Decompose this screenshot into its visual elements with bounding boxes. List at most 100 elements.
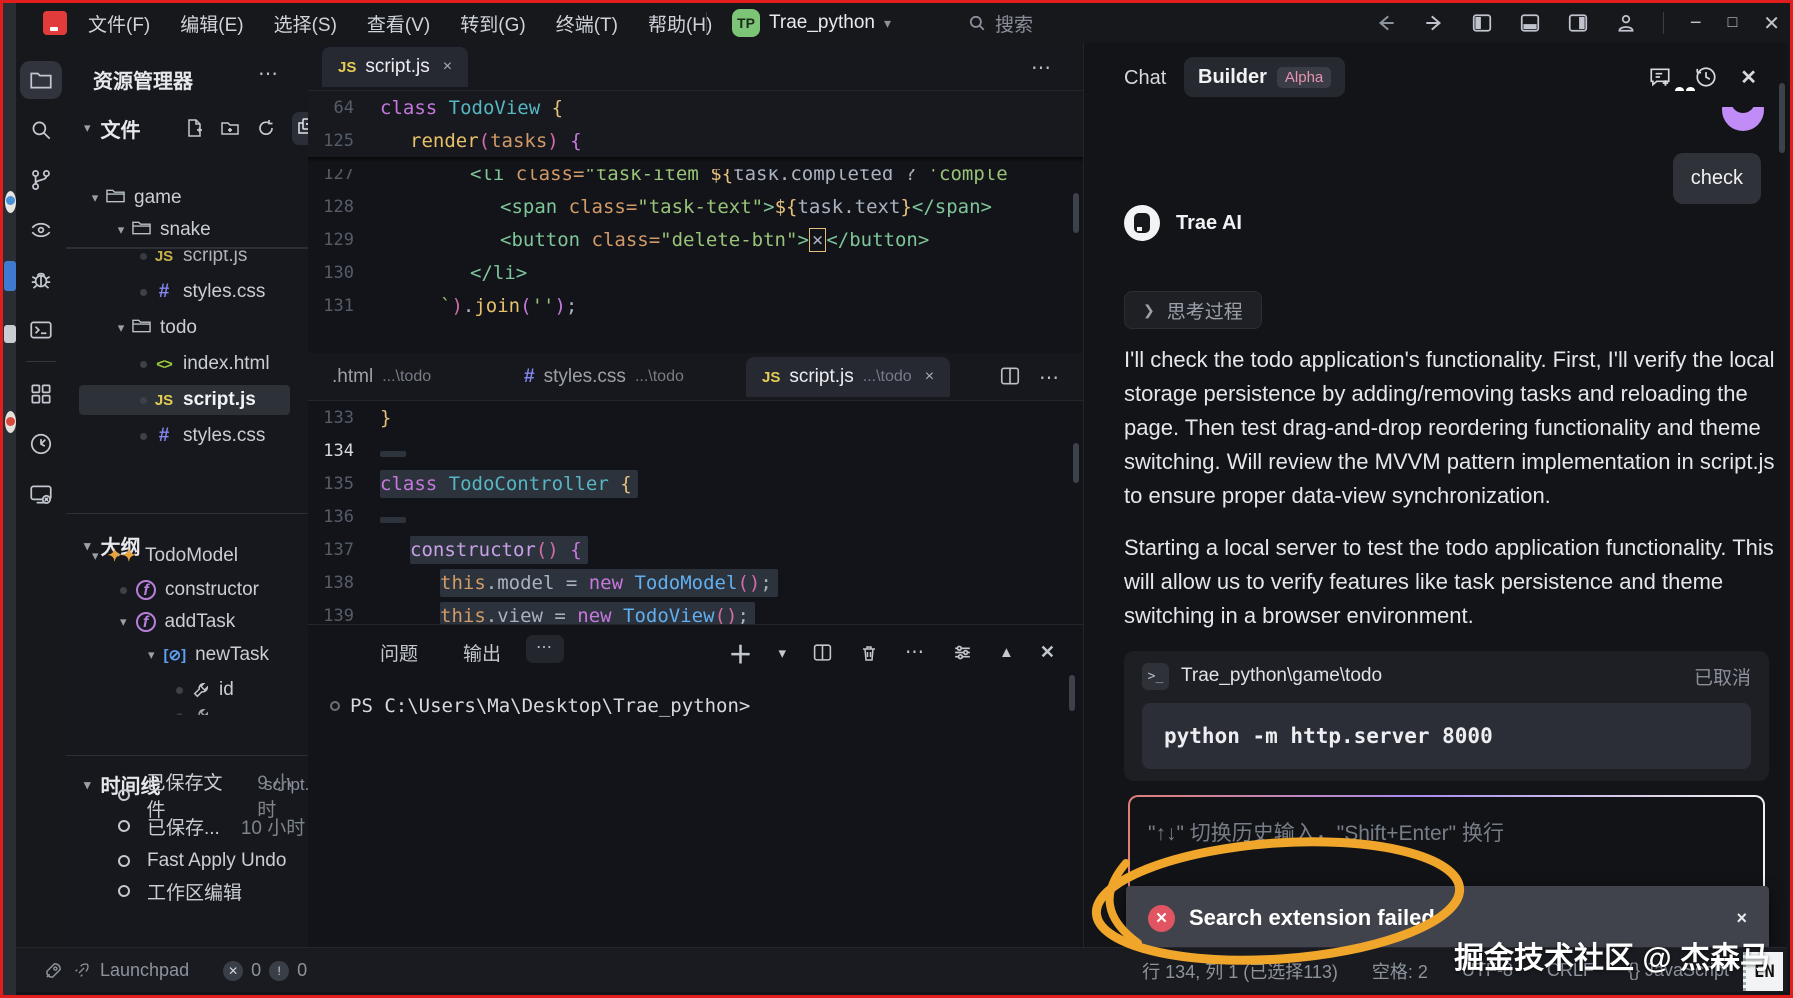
maximize-panel-icon[interactable]: ▲ — [999, 644, 1014, 661]
menu-T[interactable]: 终端(T) — [556, 10, 618, 37]
close-tab-icon[interactable]: × — [925, 368, 934, 386]
new-file-icon[interactable] — [184, 118, 204, 138]
menu-V[interactable]: 查看(V) — [367, 10, 430, 37]
command-code-block[interactable]: python -m http.server 8000 — [1142, 703, 1751, 769]
tree-item-styles.css[interactable]: #styles.css — [66, 277, 304, 307]
outline-item-addTask[interactable]: ▾faddTask — [120, 607, 235, 637]
activity-history-icon[interactable] — [20, 425, 62, 463]
minimize-button[interactable]: − — [1690, 12, 1702, 35]
tree-item-script.js[interactable]: JSscript.js — [66, 241, 304, 271]
terminal-content[interactable]: PS C:\Users\Ma\Desktop\Trae_python> — [330, 695, 750, 717]
editor-group2-scrollbar[interactable] — [1073, 443, 1079, 483]
code-line-64[interactable]: 64class TodoView { — [308, 91, 1083, 124]
activity-remote-icon[interactable] — [20, 475, 62, 513]
activity-search-icon[interactable] — [20, 111, 62, 149]
thinking-process-toggle[interactable]: ❯ 思考过程 — [1124, 291, 1262, 329]
close-window-button[interactable]: ✕ — [1763, 11, 1780, 36]
timeline-item[interactable]: Fast Apply Undo — [118, 846, 286, 876]
tree-item-todo[interactable]: ▾todo — [66, 313, 304, 343]
toast-close-icon[interactable]: × — [1736, 908, 1747, 929]
timeline-item[interactable]: 工作区编辑 — [118, 876, 242, 906]
code-line-128[interactable]: 128<span class="task-text">${task.text}<… — [308, 190, 1083, 223]
outline-item-TodoModel[interactable]: ▾✦✦TodoModel — [92, 541, 238, 571]
menu-H[interactable]: 帮助(H) — [648, 10, 712, 37]
editor-tab-html[interactable]: .html...\todo — [316, 357, 447, 397]
menu-G[interactable]: 转到(G) — [460, 10, 525, 37]
code-line-133[interactable]: 133} — [308, 401, 1083, 434]
new-chat-icon[interactable] — [1648, 65, 1672, 89]
editor-tab-scriptjs[interactable]: JSscript.js...\todo× — [746, 357, 950, 397]
collapse-all-icon[interactable] — [296, 116, 308, 136]
new-folder-icon[interactable] — [220, 118, 240, 138]
activity-explorer-icon[interactable] — [20, 61, 62, 99]
panel-tab-output[interactable]: 输出 — [463, 639, 501, 666]
close-panel-icon[interactable]: ✕ — [1040, 642, 1055, 663]
status-item[interactable]: 行 134, 列 1 (已选择113) — [1142, 958, 1338, 984]
panel-more-icon[interactable]: ⋯ — [905, 641, 926, 664]
editor-tab-scriptjs[interactable]: JSscript.js× — [322, 47, 468, 87]
maximize-button[interactable]: □ — [1728, 14, 1738, 32]
editor-group1-more-icon[interactable]: ⋯ — [1031, 55, 1053, 80]
terminal-dropdown-icon[interactable]: ▾ — [779, 644, 787, 662]
editor-group2-more-icon[interactable]: ⋯ — [1039, 365, 1061, 390]
panel-tab-problems[interactable]: 问题 — [380, 639, 418, 666]
menu-E[interactable]: 编辑(E) — [180, 10, 243, 37]
panel-tabs-more-icon[interactable]: ⋯ — [526, 635, 564, 663]
tree-item-snake[interactable]: ▾snake — [66, 215, 304, 245]
tab-chat[interactable]: Chat — [1124, 67, 1166, 90]
activity-references-icon[interactable] — [20, 211, 62, 249]
new-terminal-icon[interactable]: ＋ — [729, 635, 753, 670]
tree-item-script.js[interactable]: JSscript.js — [79, 385, 290, 415]
kill-terminal-icon[interactable] — [859, 643, 879, 663]
filter-tune-icon[interactable] — [952, 642, 973, 663]
timeline-item[interactable]: 已保存...10 小时 — [118, 811, 305, 841]
refresh-icon[interactable] — [256, 118, 276, 138]
toggle-right-sidebar-icon[interactable] — [1567, 12, 1589, 34]
problems-status[interactable]: ✕ 0 ! 0 — [223, 960, 307, 981]
files-section-header[interactable]: ▾ 文件 — [84, 111, 300, 145]
activity-source-control-icon[interactable] — [20, 161, 62, 199]
editor-group1-scrollbar[interactable] — [1073, 193, 1079, 233]
outline-item-id[interactable]: id — [176, 675, 234, 705]
code-line-134[interactable]: 134 — [308, 434, 1083, 467]
code-line-129[interactable]: 129<button class="delete-btn">×</button> — [308, 223, 1083, 256]
project-switcher[interactable]: TP Trae_python ▾ — [732, 8, 891, 38]
code-line-130[interactable]: 130</li> — [308, 256, 1083, 289]
tree-item-styles.css[interactable]: #styles.css — [66, 421, 304, 451]
code-line-131[interactable]: 131`).join(''); — [308, 289, 1083, 322]
nav-forward-icon[interactable] — [1423, 12, 1445, 34]
outline-item-newTask[interactable]: ▾[⊘]newTask — [148, 640, 269, 670]
code-line-137[interactable]: 137constructor() { — [308, 533, 1083, 566]
code-line-136[interactable]: 136 — [308, 500, 1083, 533]
tree-item-index.html[interactable]: <>index.html — [66, 349, 304, 379]
menu-S[interactable]: 选择(S) — [274, 10, 337, 37]
code-line-138[interactable]: 138this.model = new TodoModel(); — [308, 566, 1083, 599]
menu-F[interactable]: 文件(F) — [88, 10, 150, 37]
launchpad-label[interactable]: Launchpad — [100, 960, 189, 981]
activity-test-terminal-icon[interactable] — [20, 311, 62, 349]
panel-scrollbar[interactable] — [1069, 675, 1075, 711]
outline-item-constructor[interactable]: fconstructor — [120, 575, 259, 605]
explorer-more-icon[interactable]: ⋯ — [258, 61, 280, 86]
editor-tab-stylescss[interactable]: #styles.css...\todo — [508, 357, 700, 397]
status-item[interactable]: 空格: 2 — [1372, 958, 1428, 984]
close-tab-icon[interactable]: × — [443, 58, 452, 76]
app-icon[interactable] — [43, 11, 67, 35]
activity-debug-icon[interactable] — [20, 261, 62, 299]
toggle-panel-icon[interactable] — [1519, 12, 1541, 34]
code-line-135[interactable]: 135class TodoController { — [308, 467, 1083, 500]
tree-item-game[interactable]: ▾game — [66, 183, 304, 213]
global-search[interactable]: 搜索 — [968, 10, 1138, 36]
user-avatar[interactable] — [1722, 107, 1764, 131]
chat-scrollbar[interactable] — [1779, 83, 1785, 153]
outline-item-cut[interactable] — [176, 701, 219, 731]
toggle-left-sidebar-icon[interactable] — [1471, 12, 1493, 34]
close-chat-icon[interactable]: ✕ — [1740, 65, 1757, 90]
code-line-125[interactable]: 125render(tasks) { — [308, 124, 1083, 157]
split-editor-icon[interactable] — [999, 365, 1021, 387]
timeline-item[interactable]: 已保存文件9 小时 — [118, 780, 308, 810]
activity-extensions-icon[interactable] — [20, 375, 62, 413]
history-icon[interactable] — [1694, 65, 1718, 89]
nav-back-icon[interactable] — [1375, 12, 1397, 34]
account-icon[interactable] — [1615, 12, 1637, 34]
